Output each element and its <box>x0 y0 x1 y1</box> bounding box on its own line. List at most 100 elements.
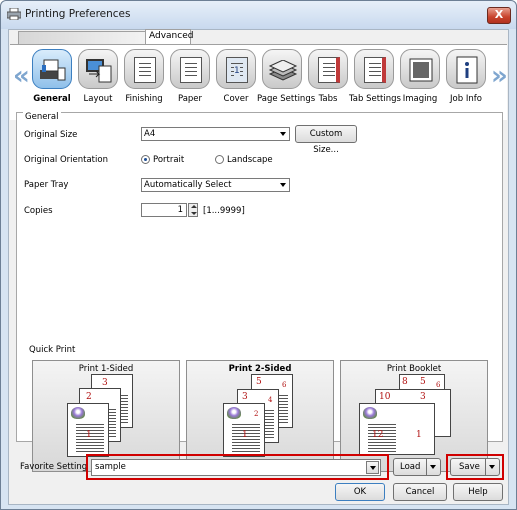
ribbon-label-tabs: Tabs <box>318 94 338 104</box>
highlight-box <box>86 454 389 480</box>
portrait-label: Portrait <box>153 155 185 165</box>
ribbon-label-finishing: Finishing <box>125 94 163 104</box>
flower-image <box>71 407 85 419</box>
page-thumbnail: 12 1 <box>359 403 435 455</box>
copies-stepper[interactable] <box>188 203 198 217</box>
page-number: 3 <box>242 392 248 402</box>
custom-size-button[interactable]: Custom Size... <box>295 125 357 155</box>
ribbon-label-page-settings: Page Settings <box>257 94 316 104</box>
orientation-label: Original Orientation <box>24 155 108 165</box>
landscape-radio[interactable] <box>215 155 224 164</box>
ribbon-paper-button[interactable] <box>170 49 210 89</box>
paper-tray-value: Automatically Select <box>144 180 232 190</box>
paper-icon <box>180 57 202 83</box>
page-number: 6 <box>436 381 441 389</box>
quick-print-title: Quick Print <box>29 345 76 355</box>
cover-page-number: 1 <box>234 66 240 76</box>
page-number: 2 <box>86 392 92 402</box>
help-button[interactable]: Help <box>453 483 503 501</box>
chevron-down-icon[interactable] <box>191 212 197 215</box>
tabs-icon <box>318 57 340 83</box>
page-number: 4 <box>268 396 273 404</box>
cancel-button[interactable]: Cancel <box>393 483 447 501</box>
close-button[interactable]: X <box>487 7 511 24</box>
job-info-icon <box>456 56 478 84</box>
page-number: 5 <box>420 377 426 387</box>
ribbon-cover-button[interactable]: 1 <box>216 49 256 89</box>
flower-image <box>363 407 377 419</box>
ribbon-label-layout: Layout <box>83 94 113 104</box>
ribbon-label-general: General <box>33 94 71 104</box>
page-settings-icon <box>268 60 298 81</box>
page-number: 3 <box>420 392 426 402</box>
load-button-label: Load <box>400 462 421 472</box>
chevron-left-icon[interactable]: « <box>13 63 30 89</box>
ribbon-label-paper: Paper <box>177 94 203 104</box>
ribbon-label-tab-settings: Tab Settings <box>349 94 401 104</box>
option-label: Print 2-Sided <box>228 364 292 374</box>
page-thumbnail: 12 <box>223 403 265 457</box>
printing-preferences-window: Printing Preferences X Advanced « » Gene… <box>0 0 517 510</box>
finishing-icon <box>134 57 156 83</box>
save-button-label: Save <box>459 462 480 472</box>
tab-settings-icon <box>364 57 386 83</box>
ok-button[interactable]: OK <box>335 483 385 501</box>
original-size-value: A4 <box>144 129 156 139</box>
copies-label: Copies <box>24 206 53 216</box>
option-label: Print 1-Sided <box>78 364 134 374</box>
split-divider <box>485 459 486 475</box>
load-button[interactable]: Load <box>393 458 441 476</box>
copies-input[interactable]: 1 <box>141 203 187 217</box>
ribbon-job-info-button[interactable] <box>446 49 486 89</box>
portrait-radio[interactable] <box>141 155 150 164</box>
ribbon-label-cover: Cover <box>223 94 249 104</box>
tab-advanced[interactable]: Advanced <box>145 29 193 44</box>
chevron-right-icon[interactable]: » <box>491 63 508 89</box>
page-thumbnail: 1 <box>67 403 109 457</box>
landscape-label: Landscape <box>227 155 273 165</box>
original-size-label: Original Size <box>24 130 78 140</box>
ribbon-label-imaging: Imaging <box>402 94 438 104</box>
option-label: Print Booklet <box>386 364 442 374</box>
page-number: 5 <box>256 377 262 387</box>
page-number: 10 <box>379 392 391 402</box>
general-section: General Original Size A4 Custom Size... … <box>16 112 503 472</box>
ribbon-layout-button[interactable] <box>78 49 118 89</box>
ribbon-general-button[interactable] <box>32 49 72 89</box>
favorite-setting-label: Favorite Setting <box>20 462 88 472</box>
window-title: Printing Preferences <box>25 8 131 20</box>
ribbon-tabs-button[interactable] <box>308 49 348 89</box>
title-bar: Printing Preferences X <box>1 1 516 29</box>
save-button[interactable]: Save <box>450 458 500 476</box>
page-number: 8 <box>402 377 408 387</box>
printer-icon <box>7 8 21 20</box>
ribbon-imaging-button[interactable] <box>400 49 440 89</box>
ribbon-finishing-button[interactable] <box>124 49 164 89</box>
page-number: 2 <box>254 410 259 418</box>
layout-icon <box>86 59 112 83</box>
dropdown-arrow-icon[interactable] <box>489 465 495 469</box>
feature-ribbon: « » General Layout Finishing Paper 1 Cov… <box>10 44 508 120</box>
page-number: 1 <box>86 430 92 440</box>
cover-icon: 1 <box>226 57 248 83</box>
section-title: General <box>23 112 61 122</box>
page-number: 6 <box>282 381 287 389</box>
page-number: 12 <box>372 430 384 440</box>
page-number: 3 <box>102 378 108 388</box>
chevron-up-icon[interactable] <box>191 205 197 208</box>
original-size-select[interactable]: A4 <box>141 127 290 141</box>
ribbon-label-job-info: Job Info <box>450 94 482 104</box>
dropdown-arrow-icon <box>280 183 286 187</box>
ribbon-page-settings-button[interactable] <box>262 49 302 89</box>
page-number: 1 <box>416 430 422 440</box>
paper-tray-select[interactable]: Automatically Select <box>141 178 290 192</box>
copies-range: [1...9999] <box>203 206 245 216</box>
paper-tray-label: Paper Tray <box>24 180 69 190</box>
general-icon <box>40 59 66 81</box>
split-divider <box>426 459 427 475</box>
dropdown-arrow-icon[interactable] <box>430 465 436 469</box>
dropdown-arrow-icon <box>280 132 286 136</box>
imaging-icon <box>409 58 433 82</box>
ribbon-tab-settings-button[interactable] <box>354 49 394 89</box>
tab-basic[interactable] <box>18 31 151 44</box>
